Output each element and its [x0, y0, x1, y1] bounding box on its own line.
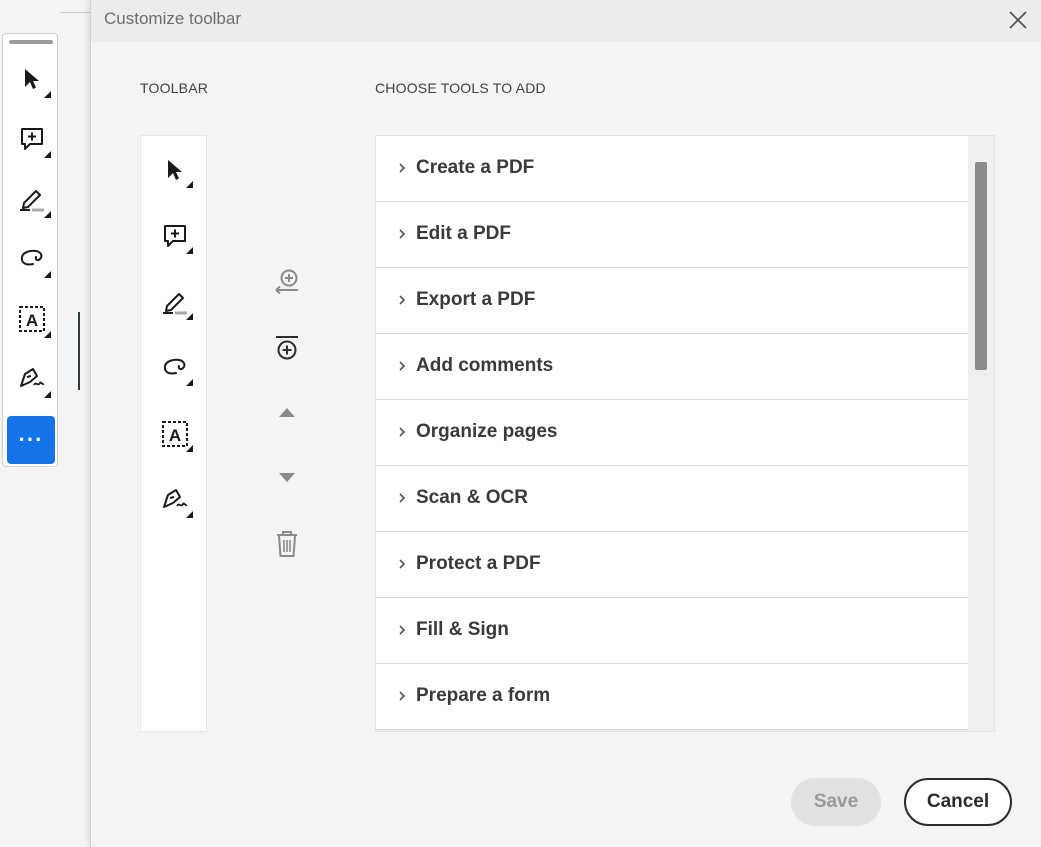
chevron-right-icon: [399, 691, 406, 701]
tool-group-label: Scan & OCR: [416, 487, 528, 508]
more-tools-button[interactable]: ···: [7, 416, 55, 464]
delete-button[interactable]: [271, 528, 303, 560]
tool-group-label: Prepare a form: [416, 685, 551, 706]
cancel-button[interactable]: Cancel: [904, 778, 1012, 826]
svg-text:A: A: [169, 426, 181, 445]
tool-group-label: Protect a PDF: [416, 553, 541, 574]
close-icon[interactable]: [1006, 8, 1030, 32]
list-item[interactable]: Edit a PDF: [376, 202, 969, 268]
list-item[interactable]: Organize pages: [376, 400, 969, 466]
toolbar-item-select[interactable]: [155, 150, 195, 190]
select-arrow-icon: [168, 160, 182, 180]
tool-groups-panel: Create a PDF Edit a PDF Export a PDF Add co…: [375, 135, 995, 732]
list-item[interactable]: Create a PDF: [376, 136, 969, 202]
toolbar-item-highlight[interactable]: [155, 282, 195, 322]
tool-group-label: Fill & Sign: [416, 619, 509, 640]
add-to-toolbar-icon: [275, 269, 298, 294]
toolbar-item-sign[interactable]: [155, 480, 195, 520]
highlight-pen-icon: [163, 293, 187, 315]
text-box-icon[interactable]: A: [11, 298, 53, 340]
freeform-draw-icon: [163, 358, 186, 375]
background-app: A ···: [0, 0, 92, 847]
add-divider-icon: [276, 336, 298, 360]
chevron-right-icon: [399, 559, 406, 569]
add-comment-icon[interactable]: [11, 118, 53, 160]
move-down-button[interactable]: [271, 462, 303, 494]
chevron-right-icon: [399, 427, 406, 437]
text-box-icon: A: [162, 421, 188, 447]
list-item[interactable]: Protect a PDF: [376, 532, 969, 598]
chevron-right-icon: [399, 361, 406, 371]
list-item[interactable]: Scan & OCR: [376, 466, 969, 532]
list-item[interactable]: Prepare a form: [376, 664, 969, 730]
highlight-pen-icon[interactable]: [11, 178, 53, 220]
chevron-right-icon: [399, 163, 406, 173]
delete-icon: [277, 531, 297, 557]
more-tools-icon: ···: [18, 427, 44, 452]
list-item[interactable]: Fill & Sign: [376, 598, 969, 664]
toolbar-heading: TOOLBAR: [140, 80, 209, 96]
tool-group-label: Edit a PDF: [416, 223, 512, 244]
chevron-right-icon: [399, 229, 406, 239]
move-up-button[interactable]: [271, 396, 303, 428]
dialog-title-bar: Customize toolbar: [91, 0, 1041, 42]
tool-group-label: Create a PDF: [416, 157, 535, 178]
scrollbar-thumb[interactable]: [975, 162, 987, 370]
toolbar-item-comment[interactable]: [155, 216, 195, 256]
svg-text:A: A: [26, 311, 38, 330]
tool-group-label: Add comments: [416, 355, 554, 376]
save-button[interactable]: Save: [791, 778, 881, 826]
current-toolbar-list: A: [140, 135, 207, 732]
tool-group-label: Organize pages: [416, 421, 558, 442]
tool-group-label: Export a PDF: [416, 289, 536, 310]
quick-tools-toolbar: A ···: [2, 33, 58, 467]
choose-tools-heading: CHOOSE TOOLS TO ADD: [375, 80, 546, 96]
move-up-icon: [279, 408, 295, 417]
chevron-right-icon: [399, 493, 406, 503]
dialog-title: Customize toolbar: [104, 9, 242, 28]
move-down-icon: [279, 473, 295, 482]
select-arrow-icon[interactable]: [11, 58, 53, 100]
list-item[interactable]: Add comments: [376, 334, 969, 400]
divider: [60, 12, 92, 13]
add-divider-button[interactable]: [271, 332, 303, 364]
scrollbar[interactable]: [968, 136, 994, 731]
toolbar-item-draw[interactable]: [155, 348, 195, 388]
customize-toolbar-dialog: Customize toolbar TOOLBAR CHOOSE TOOLS T…: [90, 0, 1041, 847]
chevron-right-icon: [399, 625, 406, 635]
add-to-toolbar-button[interactable]: [271, 264, 303, 296]
drag-handle[interactable]: [9, 40, 53, 44]
sign-pen-icon: [163, 489, 188, 508]
toolbar-item-text-box[interactable]: A: [155, 414, 195, 454]
chevron-right-icon: [399, 295, 406, 305]
add-comment-icon: [164, 225, 186, 247]
divider: [78, 312, 80, 390]
tool-groups-list: Create a PDF Edit a PDF Export a PDF Add co…: [376, 136, 969, 730]
list-item[interactable]: Export a PDF: [376, 268, 969, 334]
freeform-draw-icon[interactable]: [11, 238, 53, 280]
sign-pen-icon[interactable]: [11, 358, 53, 400]
